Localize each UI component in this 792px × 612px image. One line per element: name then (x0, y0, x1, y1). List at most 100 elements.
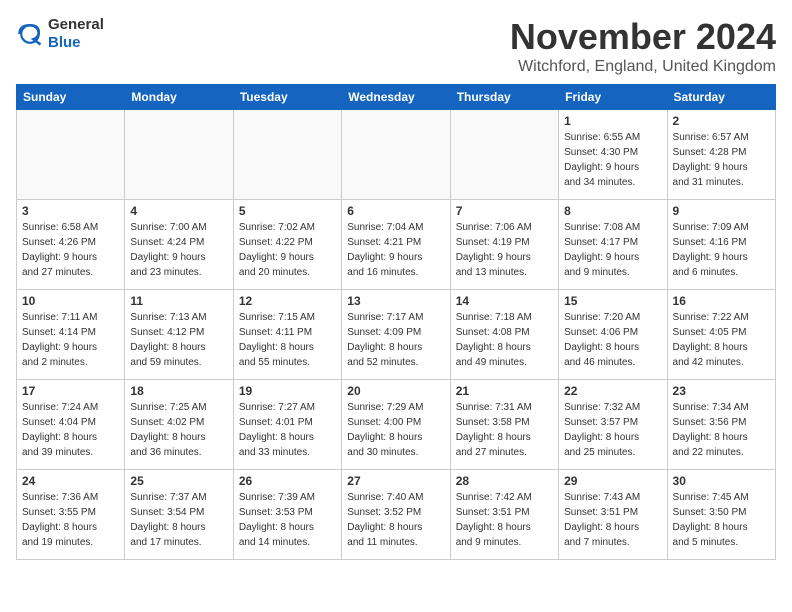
calendar-cell: 20Sunrise: 7:29 AM Sunset: 4:00 PM Dayli… (342, 380, 450, 470)
calendar-cell (17, 110, 125, 200)
day-info: Sunrise: 7:11 AM Sunset: 4:14 PM Dayligh… (22, 310, 119, 370)
weekday-header: Thursday (450, 85, 558, 110)
day-number: 17 (22, 384, 119, 398)
calendar-cell: 3 Sunrise: 6:58 AM Sunset: 4:26 PM Daylig… (17, 200, 125, 290)
calendar-table: SundayMondayTuesdayWednesdayThursdayFrid… (16, 84, 776, 560)
day-info: Sunrise: 7:36 AM Sunset: 3:55 PM Dayligh… (22, 490, 119, 550)
day-number: 6 (347, 204, 444, 218)
day-number: 5 (239, 204, 336, 218)
day-number: 10 (22, 294, 119, 308)
day-info: Sunrise: 7:08 AM Sunset: 4:17 PM Dayligh… (564, 220, 661, 280)
day-number: 8 (564, 204, 661, 218)
day-number: 22 (564, 384, 661, 398)
day-number: 27 (347, 474, 444, 488)
weekday-header: Sunday (17, 85, 125, 110)
day-info: Sunrise: 7:24 AM Sunset: 4:04 PM Dayligh… (22, 400, 119, 460)
weekday-header: Monday (125, 85, 233, 110)
weekday-header: Saturday (667, 85, 775, 110)
day-number: 1 (564, 114, 661, 128)
calendar-cell: 13 Sunrise: 7:17 AM Sunset: 4:09 PM Dayli… (342, 290, 450, 380)
calendar-week-row: 1 Sunrise: 6:55 AM Sunset: 4:30 PM Daylig… (17, 110, 776, 200)
calendar-cell: 2Sunrise: 6:57 AM Sunset: 4:28 PM Daylig… (667, 110, 775, 200)
day-info: Sunrise: 7:00 AM Sunset: 4:24 PM Dayligh… (130, 220, 227, 280)
calendar-cell: 21Sunrise: 7:31 AM Sunset: 3:58 PM Dayli… (450, 380, 558, 470)
title-area: November 2024 Witchford, England, United… (510, 16, 776, 76)
day-info: Sunrise: 7:02 AM Sunset: 4:22 PM Dayligh… (239, 220, 336, 280)
day-info: Sunrise: 7:45 AM Sunset: 3:50 PM Dayligh… (673, 490, 770, 550)
calendar-body: 1 Sunrise: 6:55 AM Sunset: 4:30 PM Daylig… (17, 110, 776, 560)
day-info: Sunrise: 7:40 AM Sunset: 3:52 PM Dayligh… (347, 490, 444, 550)
calendar-cell: 7 Sunrise: 7:06 AM Sunset: 4:19 PM Daylig… (450, 200, 558, 290)
day-info: Sunrise: 7:22 AM Sunset: 4:05 PM Dayligh… (673, 310, 770, 370)
calendar-cell: 30 Sunrise: 7:45 AM Sunset: 3:50 PM Dayli… (667, 470, 775, 560)
calendar-cell: 8 Sunrise: 7:08 AM Sunset: 4:17 PM Daylig… (559, 200, 667, 290)
day-info: Sunrise: 7:17 AM Sunset: 4:09 PM Dayligh… (347, 310, 444, 370)
day-info: Sunrise: 7:04 AM Sunset: 4:21 PM Dayligh… (347, 220, 444, 280)
location-title: Witchford, England, United Kingdom (510, 58, 776, 76)
day-number: 13 (347, 294, 444, 308)
day-number: 15 (564, 294, 661, 308)
calendar-week-row: 24 Sunrise: 7:36 AM Sunset: 3:55 PM Dayli… (17, 470, 776, 560)
day-info: Sunrise: 7:15 AM Sunset: 4:11 PM Dayligh… (239, 310, 336, 370)
calendar-cell: 18Sunrise: 7:25 AM Sunset: 4:02 PM Dayli… (125, 380, 233, 470)
calendar-cell: 22 Sunrise: 7:32 AM Sunset: 3:57 PM Dayli… (559, 380, 667, 470)
calendar-cell: 6 Sunrise: 7:04 AM Sunset: 4:21 PM Daylig… (342, 200, 450, 290)
day-info: Sunrise: 7:32 AM Sunset: 3:57 PM Dayligh… (564, 400, 661, 460)
calendar-cell: 17 Sunrise: 7:24 AM Sunset: 4:04 PM Dayli… (17, 380, 125, 470)
calendar-cell: 25Sunrise: 7:37 AM Sunset: 3:54 PM Dayli… (125, 470, 233, 560)
day-info: Sunrise: 7:20 AM Sunset: 4:06 PM Dayligh… (564, 310, 661, 370)
day-info: Sunrise: 7:18 AM Sunset: 4:08 PM Dayligh… (456, 310, 553, 370)
day-info: Sunrise: 6:55 AM Sunset: 4:30 PM Dayligh… (564, 130, 661, 190)
day-number: 14 (456, 294, 553, 308)
logo: General Blue (16, 16, 104, 52)
calendar-week-row: 10 Sunrise: 7:11 AM Sunset: 4:14 PM Dayli… (17, 290, 776, 380)
day-number: 20 (347, 384, 444, 398)
calendar-cell: 19 Sunrise: 7:27 AM Sunset: 4:01 PM Dayli… (233, 380, 341, 470)
day-number: 19 (239, 384, 336, 398)
day-info: Sunrise: 7:13 AM Sunset: 4:12 PM Dayligh… (130, 310, 227, 370)
day-number: 29 (564, 474, 661, 488)
calendar-week-row: 3 Sunrise: 6:58 AM Sunset: 4:26 PM Daylig… (17, 200, 776, 290)
weekday-header: Friday (559, 85, 667, 110)
day-info: Sunrise: 7:34 AM Sunset: 3:56 PM Dayligh… (673, 400, 770, 460)
calendar-cell: 23 Sunrise: 7:34 AM Sunset: 3:56 PM Dayli… (667, 380, 775, 470)
page-header: General Blue November 2024 Witchford, En… (16, 16, 776, 76)
day-number: 2 (673, 114, 770, 128)
calendar-cell: 4 Sunrise: 7:00 AM Sunset: 4:24 PM Daylig… (125, 200, 233, 290)
calendar-cell: 26 Sunrise: 7:39 AM Sunset: 3:53 PM Dayli… (233, 470, 341, 560)
calendar-cell: 14 Sunrise: 7:18 AM Sunset: 4:08 PM Dayli… (450, 290, 558, 380)
day-number: 4 (130, 204, 227, 218)
calendar-cell: 12Sunrise: 7:15 AM Sunset: 4:11 PM Dayli… (233, 290, 341, 380)
day-info: Sunrise: 7:09 AM Sunset: 4:16 PM Dayligh… (673, 220, 770, 280)
day-number: 30 (673, 474, 770, 488)
day-info: Sunrise: 7:42 AM Sunset: 3:51 PM Dayligh… (456, 490, 553, 550)
calendar-cell (342, 110, 450, 200)
day-number: 23 (673, 384, 770, 398)
day-info: Sunrise: 6:58 AM Sunset: 4:26 PM Dayligh… (22, 220, 119, 280)
calendar-cell (233, 110, 341, 200)
day-number: 18 (130, 384, 227, 398)
day-info: Sunrise: 7:39 AM Sunset: 3:53 PM Dayligh… (239, 490, 336, 550)
day-number: 3 (22, 204, 119, 218)
calendar-cell: 29Sunrise: 7:43 AM Sunset: 3:51 PM Dayli… (559, 470, 667, 560)
day-number: 11 (130, 294, 227, 308)
day-number: 9 (673, 204, 770, 218)
calendar-week-row: 17 Sunrise: 7:24 AM Sunset: 4:04 PM Dayli… (17, 380, 776, 470)
day-number: 7 (456, 204, 553, 218)
calendar-cell (125, 110, 233, 200)
month-title: November 2024 (510, 16, 776, 58)
calendar-cell: 10 Sunrise: 7:11 AM Sunset: 4:14 PM Dayli… (17, 290, 125, 380)
day-info: Sunrise: 7:06 AM Sunset: 4:19 PM Dayligh… (456, 220, 553, 280)
day-number: 26 (239, 474, 336, 488)
day-info: Sunrise: 7:27 AM Sunset: 4:01 PM Dayligh… (239, 400, 336, 460)
calendar-header-row: SundayMondayTuesdayWednesdayThursdayFrid… (17, 85, 776, 110)
calendar-cell (450, 110, 558, 200)
day-info: Sunrise: 7:37 AM Sunset: 3:54 PM Dayligh… (130, 490, 227, 550)
logo-text: General Blue (48, 16, 104, 52)
calendar-cell: 1 Sunrise: 6:55 AM Sunset: 4:30 PM Daylig… (559, 110, 667, 200)
calendar-cell: 27 Sunrise: 7:40 AM Sunset: 3:52 PM Dayli… (342, 470, 450, 560)
calendar-cell: 15 Sunrise: 7:20 AM Sunset: 4:06 PM Dayli… (559, 290, 667, 380)
calendar-cell: 9 Sunrise: 7:09 AM Sunset: 4:16 PM Daylig… (667, 200, 775, 290)
day-number: 24 (22, 474, 119, 488)
day-info: Sunrise: 7:31 AM Sunset: 3:58 PM Dayligh… (456, 400, 553, 460)
